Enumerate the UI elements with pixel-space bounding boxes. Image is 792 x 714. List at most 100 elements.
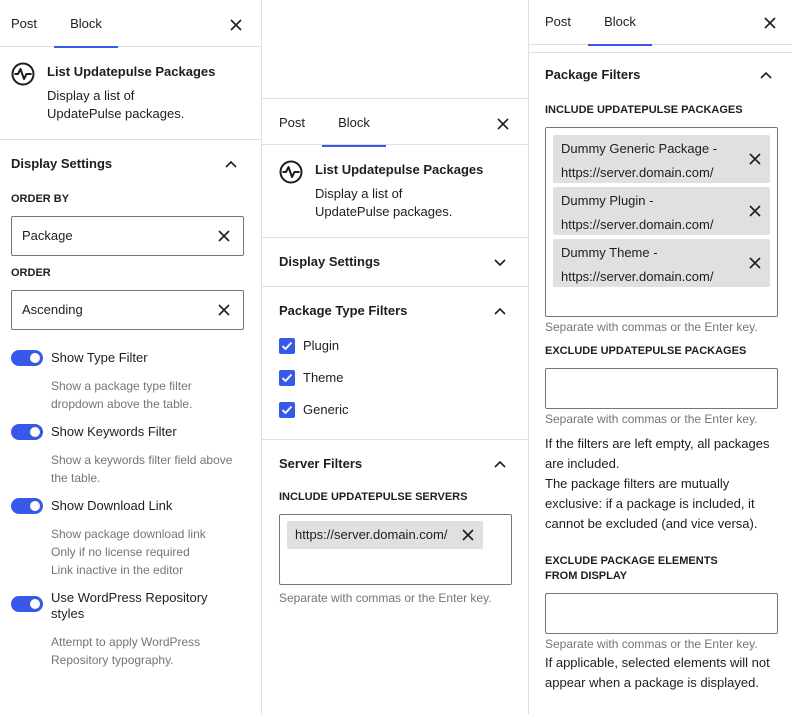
remove-token-icon[interactable] [748,152,762,166]
tab-block[interactable]: Block [588,0,652,46]
toggle-switch[interactable] [11,498,43,514]
order-label: ORDER [11,267,51,279]
exclude-packages-label: EXCLUDE UPDATEPULSE PACKAGES [545,345,747,357]
toggle-label: Show Keywords Filter [51,424,177,439]
include-servers-label: INCLUDE UPDATEPULSE SERVERS [279,491,468,503]
package-filters-toggle[interactable]: Package Filters [529,53,792,97]
filters-note-empty: If the filters are left empty, all packa… [545,436,770,471]
block-title: List Updatepulse Packages [315,162,484,177]
checkbox-label: Theme [303,370,344,385]
close-button[interactable] [758,0,782,45]
checkbox-plugin[interactable]: Plugin [279,335,512,367]
exclude-packages-help: Separate with commas or the Enter key. [545,412,758,426]
display-settings-toggle[interactable]: Display Settings [262,238,528,286]
block-inspector-panel-3: Post Block Package Filters INCLUDE UPDAT… [528,0,792,714]
checkbox-label: Plugin [303,338,340,353]
toggle-help: Show a keywords filter field above the t… [51,453,233,485]
toggle-wordpress-styles: Use WordPress Repository styles Attempt … [11,590,245,669]
inspector-tabs: Post Block [529,0,792,46]
checkbox[interactable] [279,370,295,386]
close-icon [497,117,509,130]
display-settings-section: Display Settings ORDER BY Package ORDER … [0,140,261,685]
section-title: Server Filters [279,456,363,471]
toggle-help: Show a package type filter dropdown abov… [51,379,193,411]
block-description: Display a list of UpdatePulse packages. [315,186,453,219]
toggle-switch[interactable] [11,596,43,612]
close-button[interactable] [491,99,515,146]
order-by-select[interactable]: Package [11,216,244,256]
package-type-filters-toggle[interactable]: Package Type Filters [262,287,528,335]
tab-post[interactable]: Post [11,0,37,47]
clear-icon[interactable] [217,229,231,243]
block-card: List Updatepulse Packages Display a list… [0,47,261,140]
order-by-label: ORDER BY [11,193,70,205]
check-icon [281,373,293,383]
token: Dummy Generic Package - https://server.d… [553,135,770,183]
chevron-up-icon [494,460,506,468]
toggle-help: Show package download link Only if no li… [51,527,206,577]
checkbox-generic[interactable]: Generic [279,399,512,431]
close-icon [230,18,242,31]
include-packages-label: INCLUDE UPDATEPULSE PACKAGES [545,104,743,116]
checkbox[interactable] [279,402,295,418]
include-packages-token-field[interactable]: Dummy Generic Package - https://server.d… [545,127,778,317]
tab-block[interactable]: Block [322,99,386,147]
chevron-down-icon [494,259,506,267]
tab-post[interactable]: Post [545,0,571,45]
toggle-switch[interactable] [11,350,43,366]
remove-token-icon[interactable] [748,204,762,218]
token-label: Dummy Generic Package - https://server.d… [561,141,718,180]
toggle-help: Attempt to apply WordPress Repository ty… [51,635,201,667]
pulse-icon [279,160,303,184]
check-icon [281,405,293,415]
inspector-tabs: Post Block [262,98,528,147]
toggle-show-type-filter: Show Type Filter Show a package type fil… [11,350,245,413]
server-filters-toggle[interactable]: Server Filters [262,440,528,488]
tab-post[interactable]: Post [279,99,305,146]
order-select[interactable]: Ascending [11,290,244,330]
remove-token-icon[interactable] [748,256,762,270]
token: Dummy Plugin - https://server.domain.com… [553,187,770,235]
server-filters-section: Server Filters INCLUDE UPDATEPULSE SERVE… [262,440,528,623]
chevron-up-icon [225,160,237,168]
token-label: Dummy Plugin - https://server.domain.com… [561,193,714,232]
checkbox-theme[interactable]: Theme [279,367,512,399]
include-packages-help: Separate with commas or the Enter key. [545,320,758,334]
clear-icon[interactable] [217,303,231,317]
exclude-elements-token-field[interactable] [545,593,778,634]
token-label: Dummy Theme - https://server.domain.com/ [561,245,714,284]
close-button[interactable] [224,0,248,47]
token: https://server.domain.com/ [287,521,484,549]
exclude-elements-help: Separate with commas or the Enter key. [545,637,758,651]
checkbox-label: Generic [303,402,349,417]
token: Dummy Theme - https://server.domain.com/ [553,239,770,287]
exclude-elements-note: If applicable, selected elements will no… [545,655,770,690]
chevron-up-icon [760,71,772,79]
token-label: https://server.domain.com/ [295,527,448,542]
toggle-show-download-link: Show Download Link Show package download… [11,498,245,579]
block-inspector-panel-2: Post Block List Updatepulse Packages Dis… [261,0,528,714]
display-settings-section: Display Settings [262,238,528,287]
tab-block[interactable]: Block [54,0,118,48]
toggle-label: Show Download Link [51,498,173,513]
remove-token-icon[interactable] [461,528,475,542]
exclude-packages-token-field[interactable] [545,368,778,409]
checkbox[interactable] [279,338,295,354]
check-icon [281,341,293,351]
include-servers-token-field[interactable]: https://server.domain.com/ [279,514,512,585]
chevron-up-icon [494,307,506,315]
server-filters-help: Separate with commas or the Enter key. [279,591,492,605]
section-title: Display Settings [279,254,381,269]
toggle-label: Show Type Filter [51,350,148,365]
block-title: List Updatepulse Packages [47,64,216,79]
block-card: List Updatepulse Packages Display a list… [262,145,528,238]
filters-note-exclusive: The package filters are mutually exclusi… [545,476,758,531]
exclude-elements-label: EXCLUDE PACKAGE ELEMENTS FROM DISPLAY [545,555,718,582]
section-title: Package Filters [545,67,641,82]
toggle-switch[interactable] [11,424,43,440]
display-settings-toggle[interactable]: Display Settings [0,140,261,188]
order-by-value: Package [22,228,73,243]
order-value: Ascending [22,302,83,317]
toggle-show-keywords-filter: Show Keywords Filter Show a keywords fil… [11,424,245,487]
pulse-icon [11,62,35,86]
